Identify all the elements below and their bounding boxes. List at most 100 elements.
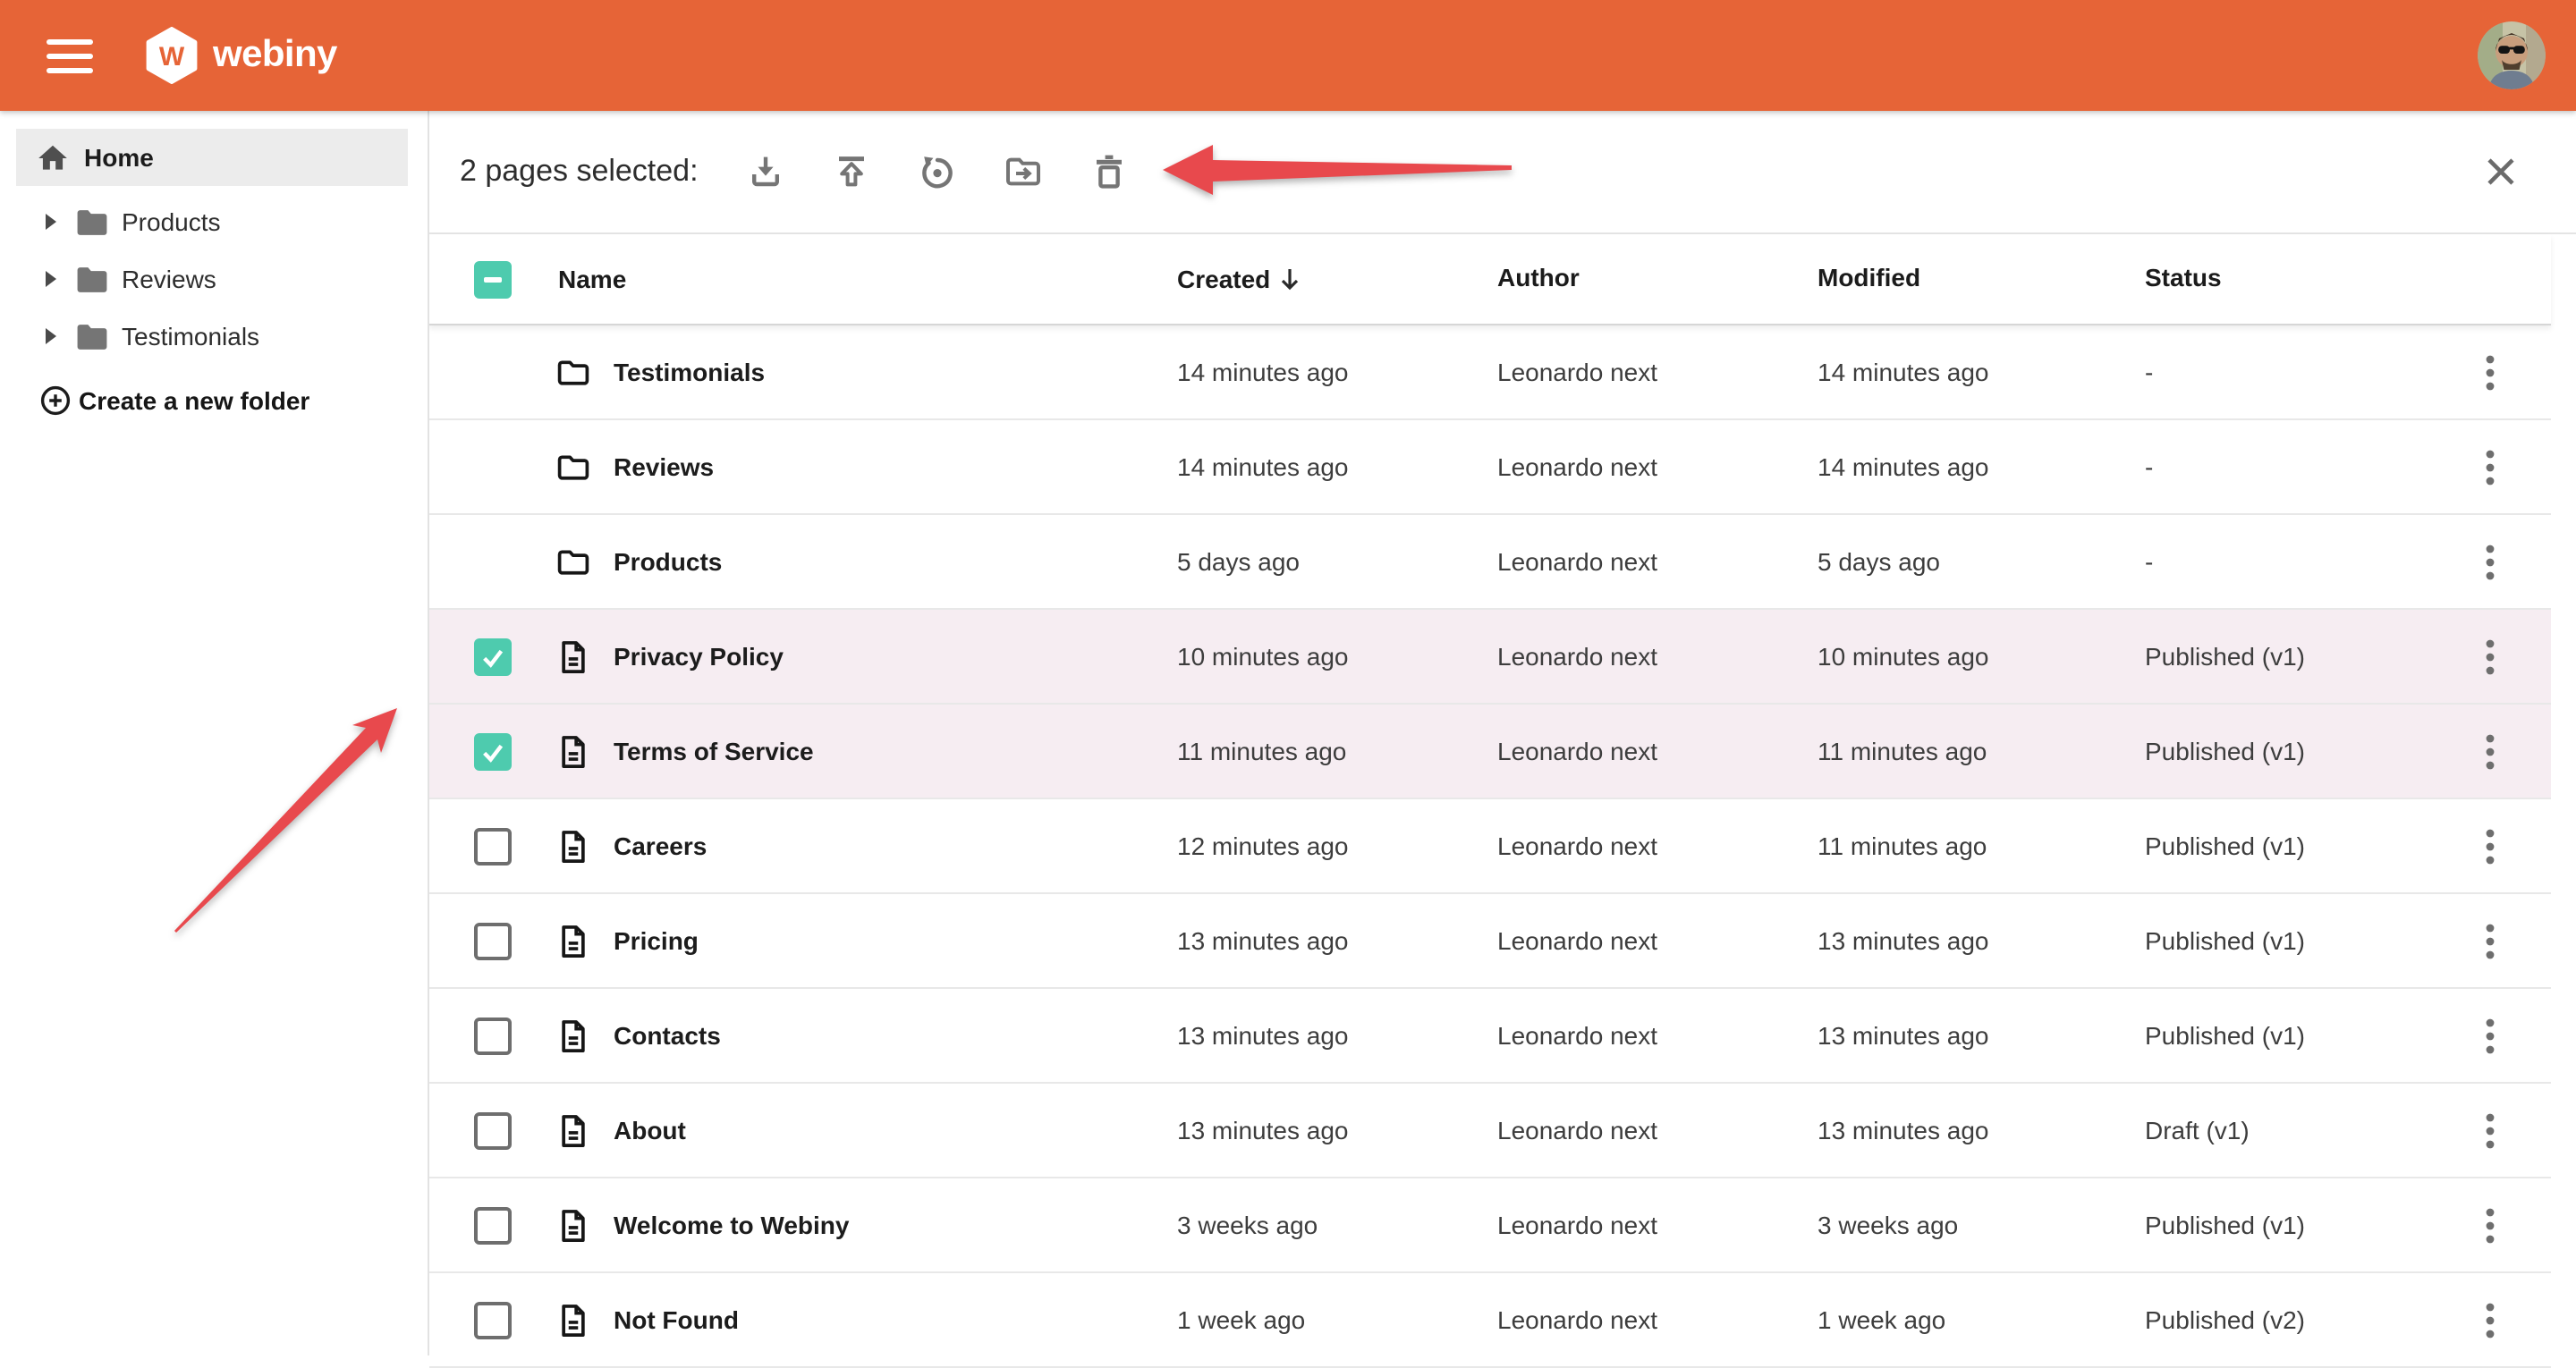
row-checkbox[interactable] [474, 1017, 512, 1054]
sidebar-item-testimonials[interactable]: Testimonials [0, 308, 428, 365]
download-icon [745, 150, 788, 193]
row-author: Leonardo next [1497, 832, 1818, 860]
chevron-right-icon[interactable] [45, 213, 57, 231]
column-header-created[interactable]: Created [1177, 265, 1270, 293]
row-menu-button[interactable] [2458, 1098, 2522, 1162]
kebab-icon [2485, 1301, 2496, 1338]
close-selection-button[interactable] [2476, 147, 2526, 197]
sort-desc-icon[interactable] [1279, 266, 1301, 291]
row-author: Leonardo next [1497, 1211, 1818, 1239]
table-row[interactable]: Testimonials 14 minutes ago Leonardo nex… [429, 325, 2551, 420]
sidebar-home-label: Home [84, 143, 154, 172]
row-name[interactable]: Testimonials [614, 358, 765, 386]
restore-icon [917, 150, 960, 193]
table-row[interactable]: Reviews 14 minutes ago Leonardo next 14 … [429, 420, 2551, 515]
row-modified: 5 days ago [1818, 547, 2145, 576]
create-new-folder-button[interactable]: Create a new folder [0, 372, 428, 429]
table-row[interactable]: About 13 minutes ago Leonardo next 13 mi… [429, 1084, 2551, 1178]
row-author: Leonardo next [1497, 1116, 1818, 1144]
row-author: Leonardo next [1497, 452, 1818, 481]
row-modified: 13 minutes ago [1818, 1021, 2145, 1050]
chevron-right-icon[interactable] [45, 270, 57, 288]
row-author: Leonardo next [1497, 547, 1818, 576]
menu-icon[interactable] [47, 38, 93, 72]
row-checkbox[interactable] [474, 922, 512, 959]
row-author: Leonardo next [1497, 642, 1818, 671]
row-name[interactable]: Contacts [614, 1021, 721, 1050]
row-menu-button[interactable] [2458, 719, 2522, 783]
table-row[interactable]: Welcome to Webiny 3 weeks ago Leonardo n… [429, 1178, 2551, 1273]
row-menu-button[interactable] [2458, 908, 2522, 973]
table-header: Name Created Author Modified Status [429, 234, 2551, 325]
create-folder-label: Create a new folder [79, 386, 309, 415]
row-menu-button[interactable] [2458, 624, 2522, 688]
row-modified: 13 minutes ago [1818, 1116, 2145, 1144]
webiny-page-manager: W webiny [0, 0, 2576, 1355]
row-status: Published (v1) [2145, 1211, 2447, 1239]
delete-button[interactable] [1067, 136, 1153, 207]
sidebar-item-reviews[interactable]: Reviews [0, 250, 428, 308]
row-checkbox[interactable] [474, 1301, 512, 1338]
move-folder-icon [1003, 150, 1046, 193]
move-to-folder-button[interactable] [981, 136, 1067, 207]
row-name[interactable]: Careers [614, 832, 707, 860]
row-created: 13 minutes ago [1177, 1021, 1497, 1050]
row-created: 1 week ago [1177, 1305, 1497, 1334]
column-header-author[interactable]: Author [1497, 263, 1580, 291]
row-menu-button[interactable] [2458, 1288, 2522, 1352]
row-checkbox[interactable] [474, 827, 512, 865]
row-name[interactable]: Terms of Service [614, 737, 814, 765]
trash-icon [1089, 150, 1131, 193]
unpublish-button[interactable] [895, 136, 981, 207]
table-row[interactable]: Privacy Policy 10 minutes ago Leonardo n… [429, 610, 2551, 705]
row-menu-button[interactable] [2458, 435, 2522, 499]
row-menu-button[interactable] [2458, 1193, 2522, 1257]
row-menu-button[interactable] [2458, 340, 2522, 404]
user-avatar[interactable] [2478, 21, 2546, 89]
select-all-checkbox[interactable] [474, 260, 512, 298]
row-status: Published (v1) [2145, 737, 2447, 765]
row-name[interactable]: Pricing [614, 926, 699, 955]
row-modified: 10 minutes ago [1818, 642, 2145, 671]
row-checkbox[interactable] [474, 1111, 512, 1149]
row-checkbox[interactable] [474, 732, 512, 770]
row-menu-button[interactable] [2458, 1003, 2522, 1068]
table-row[interactable]: Terms of Service 11 minutes ago Leonardo… [429, 705, 2551, 799]
table-body: Testimonials 14 minutes ago Leonardo nex… [429, 325, 2576, 1368]
column-header-modified[interactable]: Modified [1818, 263, 1920, 291]
row-name[interactable]: Welcome to Webiny [614, 1211, 849, 1239]
folder-icon [75, 321, 109, 351]
brand-wordmark: webiny [213, 34, 337, 77]
sidebar-folder-label: Testimonials [122, 322, 259, 350]
table-row[interactable]: Products 5 days ago Leonardo next 5 days… [429, 515, 2551, 610]
row-name[interactable]: Not Found [614, 1305, 739, 1334]
row-modified: 11 minutes ago [1818, 737, 2145, 765]
publish-icon [831, 150, 874, 193]
column-header-name[interactable]: Name [558, 265, 626, 293]
row-name[interactable]: About [614, 1116, 686, 1144]
webiny-logo[interactable]: W webiny [145, 27, 337, 84]
row-menu-button[interactable] [2458, 814, 2522, 878]
download-button[interactable] [724, 136, 809, 207]
table-row[interactable]: Careers 12 minutes ago Leonardo next 11 … [429, 799, 2551, 894]
sidebar-item-home[interactable]: Home [16, 129, 408, 186]
table-row[interactable]: Contacts 13 minutes ago Leonardo next 13… [429, 989, 2551, 1084]
row-name[interactable]: Products [614, 547, 722, 576]
sidebar-item-products[interactable]: Products [0, 193, 428, 250]
table-row[interactable]: Not Found 1 week ago Leonardo next 1 wee… [429, 1273, 2551, 1368]
row-checkbox[interactable] [474, 638, 512, 675]
row-menu-button[interactable] [2458, 529, 2522, 594]
row-name[interactable]: Reviews [614, 452, 714, 481]
row-status: Published (v1) [2145, 926, 2447, 955]
publish-button[interactable] [809, 136, 895, 207]
row-created: 13 minutes ago [1177, 1116, 1497, 1144]
document-icon [555, 732, 592, 770]
chevron-right-icon[interactable] [45, 327, 57, 345]
column-header-status[interactable]: Status [2145, 263, 2222, 291]
table-row[interactable]: Pricing 13 minutes ago Leonardo next 13 … [429, 894, 2551, 989]
row-checkbox[interactable] [474, 1206, 512, 1244]
row-modified: 1 week ago [1818, 1305, 2145, 1334]
sidebar-folder-label: Reviews [122, 265, 216, 293]
row-name[interactable]: Privacy Policy [614, 642, 784, 671]
kebab-icon [2485, 1111, 2496, 1149]
